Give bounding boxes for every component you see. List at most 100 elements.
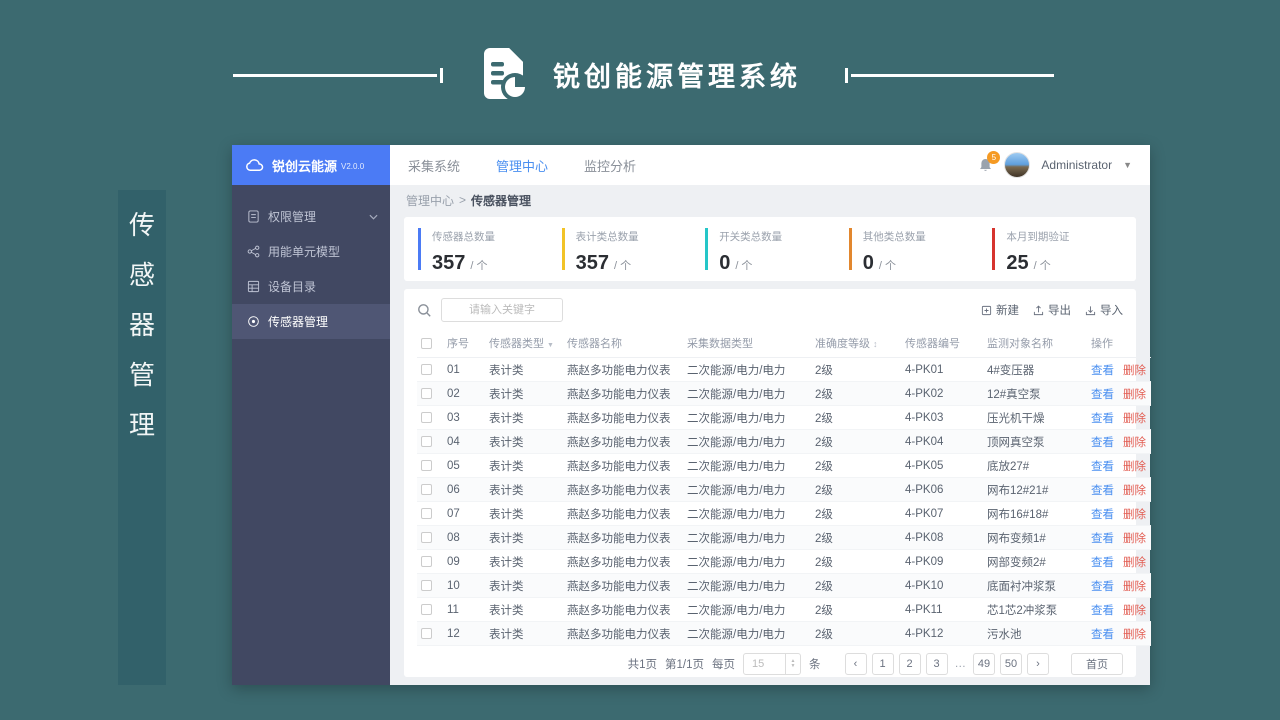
table-row: 07 表计类 燕赵多功能电力仪表 二次能源/电力/电力 2级 4-PK07 网布16#18#… bbox=[417, 501, 1151, 526]
sidebar-item-2[interactable]: 设备目录 bbox=[232, 269, 390, 304]
page-button-49[interactable]: 49 bbox=[973, 653, 995, 675]
delete-link[interactable]: 删除 bbox=[1123, 509, 1146, 521]
delete-link[interactable]: 删除 bbox=[1123, 389, 1146, 401]
toolbar-action-1[interactable]: 导出 bbox=[1033, 302, 1071, 318]
delete-link[interactable]: 删除 bbox=[1123, 413, 1146, 425]
row-checkbox[interactable] bbox=[421, 460, 432, 471]
breadcrumb-parent[interactable]: 管理中心 bbox=[406, 192, 454, 209]
cell-accuracy: 2级 bbox=[811, 477, 901, 502]
stat-card-2: 开关类总数量 0/ 个 bbox=[705, 228, 849, 273]
toolbar-action-0[interactable]: 新建 bbox=[981, 302, 1019, 318]
table-row: 08 表计类 燕赵多功能电力仪表 二次能源/电力/电力 2级 4-PK08 网布变频1# 查看… bbox=[417, 525, 1151, 550]
cell-actions: 查看 删除 bbox=[1087, 549, 1151, 574]
stat-card-1: 表计类总数量 357/ 个 bbox=[561, 228, 706, 273]
nav-tab-1[interactable]: 管理中心 bbox=[496, 156, 548, 175]
view-link[interactable]: 查看 bbox=[1091, 413, 1114, 425]
delete-link[interactable]: 删除 bbox=[1123, 365, 1146, 377]
sidebar-item-label: 用能单元模型 bbox=[268, 245, 341, 259]
select-all-checkbox[interactable] bbox=[421, 337, 432, 349]
cell-accuracy: 2级 bbox=[811, 573, 901, 598]
view-link[interactable]: 查看 bbox=[1091, 581, 1114, 593]
sidebar-logo[interactable]: 锐创云能源 V2.0.0 bbox=[232, 145, 390, 185]
stat-unit: / 个 bbox=[470, 260, 488, 272]
catalog-icon bbox=[247, 280, 260, 293]
table-header: 序号 传感器类型 ▼ 传感器名称 采集数据类型 准确度等级 ↕ 传感器编号 监测对象名称 操作 bbox=[417, 329, 1151, 358]
stat-label: 开关类总数量 bbox=[719, 231, 783, 243]
row-checkbox[interactable] bbox=[421, 604, 432, 615]
page-button-1[interactable]: 1 bbox=[871, 653, 894, 675]
delete-link[interactable]: 删除 bbox=[1123, 605, 1146, 617]
delete-link[interactable]: 删除 bbox=[1123, 461, 1146, 473]
row-checkbox[interactable] bbox=[421, 556, 432, 567]
sidebar-item-1[interactable]: 用能单元模型 bbox=[232, 234, 390, 269]
page-button-50[interactable]: 50 bbox=[1000, 653, 1022, 675]
sort-icon[interactable]: ↕ bbox=[873, 339, 878, 349]
page-button-2[interactable]: 2 bbox=[898, 653, 921, 675]
view-link[interactable]: 查看 bbox=[1091, 389, 1114, 401]
filter-icon[interactable]: ▼ bbox=[547, 342, 554, 349]
view-link[interactable]: 查看 bbox=[1091, 629, 1114, 641]
nav-tab-2[interactable]: 监控分析 bbox=[584, 156, 636, 175]
cell-type: 表计类 bbox=[485, 621, 563, 646]
view-link[interactable]: 查看 bbox=[1091, 533, 1114, 545]
user-dropdown-caret-icon[interactable]: ▼ bbox=[1123, 160, 1132, 170]
cell-accuracy: 2级 bbox=[811, 429, 901, 454]
cell-name: 燕赵多功能电力仪表 bbox=[563, 477, 683, 502]
delete-link[interactable]: 删除 bbox=[1123, 581, 1146, 593]
breadcrumb: 管理中心 > 传感器管理 bbox=[390, 185, 1150, 215]
cell-target: 网布12#21# bbox=[983, 477, 1087, 502]
page-button-3[interactable]: 3 bbox=[925, 653, 948, 675]
cell-type: 表计类 bbox=[485, 405, 563, 430]
table-row: 11 表计类 燕赵多功能电力仪表 二次能源/电力/电力 2级 4-PK11 芯1芯2冲浆泵查… bbox=[417, 597, 1151, 622]
breadcrumb-separator: > bbox=[459, 193, 467, 207]
vertical-label-char: 感 bbox=[128, 260, 155, 290]
search-icon[interactable] bbox=[417, 303, 432, 318]
sidebar-item-0[interactable]: 权限管理 bbox=[232, 199, 390, 234]
prev-page-button[interactable]: ‹ bbox=[844, 653, 867, 675]
sidebar-item-3[interactable]: 传感器管理 bbox=[232, 304, 390, 339]
cell-actions: 查看 删除 bbox=[1087, 429, 1151, 454]
delete-link[interactable]: 删除 bbox=[1123, 557, 1146, 569]
notification-bell-icon[interactable]: 5 bbox=[978, 151, 1001, 173]
row-checkbox[interactable] bbox=[421, 364, 432, 375]
row-checkbox[interactable] bbox=[421, 436, 432, 447]
next-page-button[interactable]: › bbox=[1027, 653, 1049, 675]
cell-name: 燕赵多功能电力仪表 bbox=[563, 597, 683, 622]
row-checkbox[interactable] bbox=[421, 484, 432, 495]
row-checkbox[interactable] bbox=[421, 388, 432, 399]
per-page-stepper-icon[interactable]: ▲ ▼ bbox=[785, 654, 800, 674]
view-link[interactable]: 查看 bbox=[1091, 461, 1114, 473]
search-input[interactable] bbox=[441, 298, 563, 322]
view-link[interactable]: 查看 bbox=[1091, 605, 1114, 617]
toolbar-action-2[interactable]: 导入 bbox=[1085, 302, 1123, 318]
delete-link[interactable]: 删除 bbox=[1123, 485, 1146, 497]
table-row: 05 表计类 燕赵多功能电力仪表 二次能源/电力/电力 2级 4-PK05 底放27# 查看删… bbox=[417, 453, 1151, 478]
nav-tab-0[interactable]: 采集系统 bbox=[408, 156, 460, 175]
cell-accuracy: 2级 bbox=[811, 501, 901, 526]
row-checkbox[interactable] bbox=[421, 628, 432, 639]
vertical-label-char: 理 bbox=[128, 410, 155, 440]
view-link[interactable]: 查看 bbox=[1091, 509, 1114, 521]
chevron-down-icon bbox=[369, 214, 378, 220]
row-checkbox[interactable] bbox=[421, 580, 432, 591]
view-link[interactable]: 查看 bbox=[1091, 437, 1114, 449]
delete-link[interactable]: 删除 bbox=[1123, 533, 1146, 545]
row-checkbox[interactable] bbox=[421, 508, 432, 519]
first-page-button[interactable]: 首页 bbox=[1071, 653, 1123, 675]
page-buttons: ‹ 1 2 3 … 49 50 › bbox=[844, 653, 1049, 675]
cell-type: 表计类 bbox=[485, 381, 563, 406]
cell-type: 表计类 bbox=[485, 549, 563, 574]
table-row: 12 表计类 燕赵多功能电力仪表 二次能源/电力/电力 2级 4-PK12 污水池 查看 删除 bbox=[417, 621, 1151, 646]
view-link[interactable]: 查看 bbox=[1091, 485, 1114, 497]
column-header: 采集数据类型 bbox=[683, 329, 811, 358]
view-link[interactable]: 查看 bbox=[1091, 557, 1114, 569]
avatar[interactable] bbox=[1004, 152, 1031, 178]
row-checkbox[interactable] bbox=[421, 412, 432, 423]
delete-link[interactable]: 删除 bbox=[1123, 437, 1146, 449]
per-page-select[interactable]: 15 ▲ ▼ bbox=[743, 653, 801, 675]
row-checkbox[interactable] bbox=[421, 532, 432, 543]
cell-target: 底面衬冲浆泵 bbox=[983, 573, 1087, 598]
delete-link[interactable]: 删除 bbox=[1123, 629, 1146, 641]
header-rule-left bbox=[233, 74, 437, 77]
view-link[interactable]: 查看 bbox=[1091, 365, 1114, 377]
